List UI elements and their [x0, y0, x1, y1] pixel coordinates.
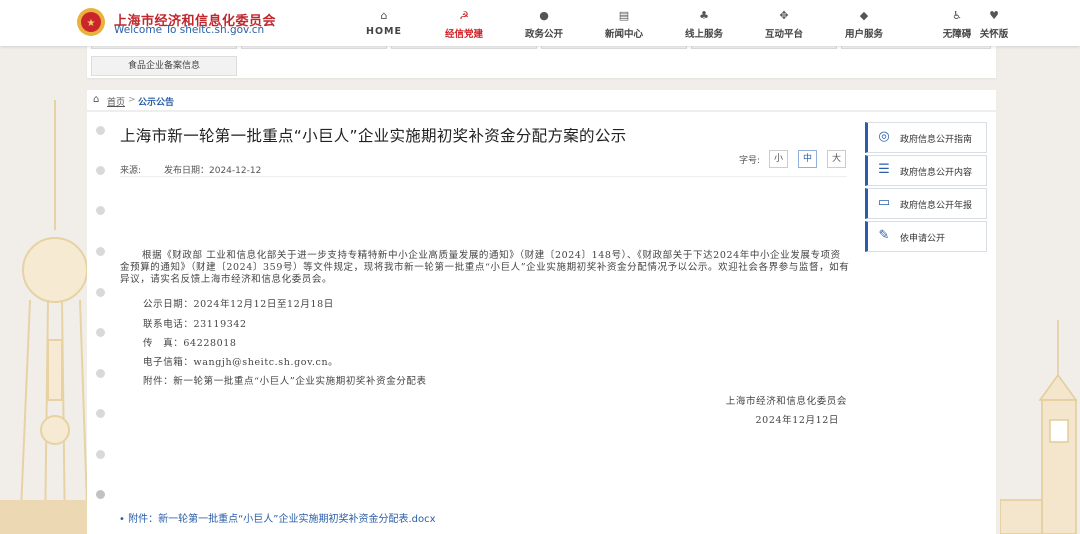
breadcrumb-current[interactable]: 公示公告	[138, 95, 174, 108]
nav-label: 新闻中心	[604, 29, 643, 40]
nav-home[interactable]: ⌂ HOME	[354, 9, 414, 37]
nav-label: 政务公开	[524, 29, 563, 40]
nav-label: 互动平台	[764, 29, 803, 40]
sidebar-item-label: 依申请公开	[900, 234, 946, 244]
interaction-icon: ✥	[779, 9, 789, 22]
list-icon: ☰	[878, 162, 890, 177]
breadcrumb-home-link[interactable]: 首页	[107, 95, 125, 108]
fax-line: 传 真：64228018	[143, 338, 237, 349]
decorative-dot	[96, 166, 105, 175]
home-icon: ⌂	[93, 94, 100, 105]
article-panel: 上海市新一轮第一批重点“小巨人”企业实施期初奖补资金分配方案的公示 来源: 发布…	[87, 112, 996, 534]
decorative-dot	[96, 450, 105, 459]
nav-care-version[interactable]: ♥ 关怀版	[973, 9, 1015, 40]
apply-form-icon: ✎	[878, 228, 890, 243]
sidebar-item-annual-report[interactable]: ▭ 政府信息公开年报	[865, 188, 987, 219]
compass-icon: ◎	[878, 129, 890, 144]
nav-interaction-platform[interactable]: ✥ 互动平台	[754, 9, 814, 40]
user-service-icon: ◆	[859, 9, 869, 22]
category-strip: 食品企业备案信息	[87, 40, 996, 78]
report-icon: ▭	[877, 195, 891, 210]
decorative-dot	[96, 206, 105, 215]
article-date: 发布日期：2024-12-12	[164, 166, 262, 176]
tower-illustration-left	[0, 100, 90, 534]
decorative-dot	[96, 490, 105, 499]
nav-government-affairs[interactable]: ● 政务公开	[514, 9, 574, 40]
nav-online-service[interactable]: ♣ 线上服务	[674, 9, 734, 40]
decorative-dot	[96, 126, 105, 135]
service-icon: ♣	[699, 9, 709, 22]
sidebar-item-disclosure-guide[interactable]: ◎ 政府信息公开指南	[865, 122, 987, 153]
article-paragraph: 根据《财政部 工业和信息化部关于进一步支持专精特新中小企业高质量发展的通知》（财…	[120, 250, 850, 285]
attachment-line: 附件：新一轮第一批重点“小巨人”企业实施期初奖补资金分配表	[143, 376, 427, 387]
news-icon: ▤	[618, 9, 630, 22]
decorative-dot	[96, 409, 105, 418]
home-icon: ⌂	[380, 9, 388, 22]
sidebar-item-apply-disclosure[interactable]: ✎ 依申请公开	[865, 221, 987, 252]
nav-label: 经信党建	[444, 29, 483, 40]
breadcrumb: ⌂ 首页 > 公示公告	[87, 90, 996, 111]
food-enterprise-filing-button[interactable]: 食品企业备案信息	[91, 56, 237, 76]
signature-organization: 上海市经济和信息化委员会	[725, 396, 847, 407]
nav-news-center[interactable]: ▤ 新闻中心	[594, 9, 654, 40]
site-header: ★ 上海市经济和信息化委员会 Welcome To sheitc.sh.gov.…	[0, 0, 1080, 46]
decorative-dot	[96, 369, 105, 378]
font-size-large-button[interactable]: 大	[827, 150, 846, 168]
breadcrumb-separator: >	[128, 95, 136, 105]
article-source: 来源:	[120, 166, 142, 176]
nav-label: 线上服务	[684, 29, 723, 40]
nav-label: 用户服务	[844, 29, 883, 40]
chat-icon: ●	[539, 9, 549, 22]
sidebar-item-disclosure-content[interactable]: ☰ 政府信息公开内容	[865, 155, 987, 186]
decorative-dot	[96, 247, 105, 256]
sidebar-item-label: 政府信息公开内容	[900, 168, 973, 178]
contact-phone-line: 联系电话：23119342	[143, 319, 247, 330]
sidebar-item-label: 政府信息公开年报	[900, 201, 973, 211]
publicity-date-line: 公示日期：2024年12月12日至12月18日	[143, 299, 334, 310]
nav-party-building[interactable]: ☭ 经信党建	[434, 9, 494, 40]
site-subtitle[interactable]: Welcome To sheitc.sh.gov.cn	[114, 24, 264, 36]
logo-emblem-icon[interactable]: ★	[76, 7, 106, 37]
email-line: 电子信箱：wangjh@sheitc.sh.gov.cn。	[143, 357, 339, 368]
care-icon: ♥	[989, 9, 999, 22]
sidebar-item-label: 政府信息公开指南	[900, 135, 973, 145]
signature-date: 2024年12月12日	[755, 415, 839, 426]
party-emblem-icon: ☭	[459, 9, 469, 22]
font-size-label: 字号:	[739, 156, 761, 166]
svg-text:★: ★	[87, 18, 96, 29]
nav-label: 关怀版	[979, 29, 1009, 40]
clocktower-illustration-right	[1000, 320, 1078, 534]
font-size-medium-button[interactable]: 中	[798, 150, 817, 168]
nav-label: HOME	[366, 26, 402, 37]
title-divider	[120, 176, 847, 177]
decorative-dot	[96, 288, 105, 297]
nav-user-service[interactable]: ◆ 用户服务	[834, 9, 894, 40]
font-size-small-button[interactable]: 小	[769, 150, 788, 168]
attachment-download-link[interactable]: • 附件：新一轮第一批重点“小巨人”企业实施期初奖补资金分配表.docx	[119, 510, 436, 525]
decorative-dot	[96, 328, 105, 337]
article-title: 上海市新一轮第一批重点“小巨人”企业实施期初奖补资金分配方案的公示	[120, 127, 627, 145]
